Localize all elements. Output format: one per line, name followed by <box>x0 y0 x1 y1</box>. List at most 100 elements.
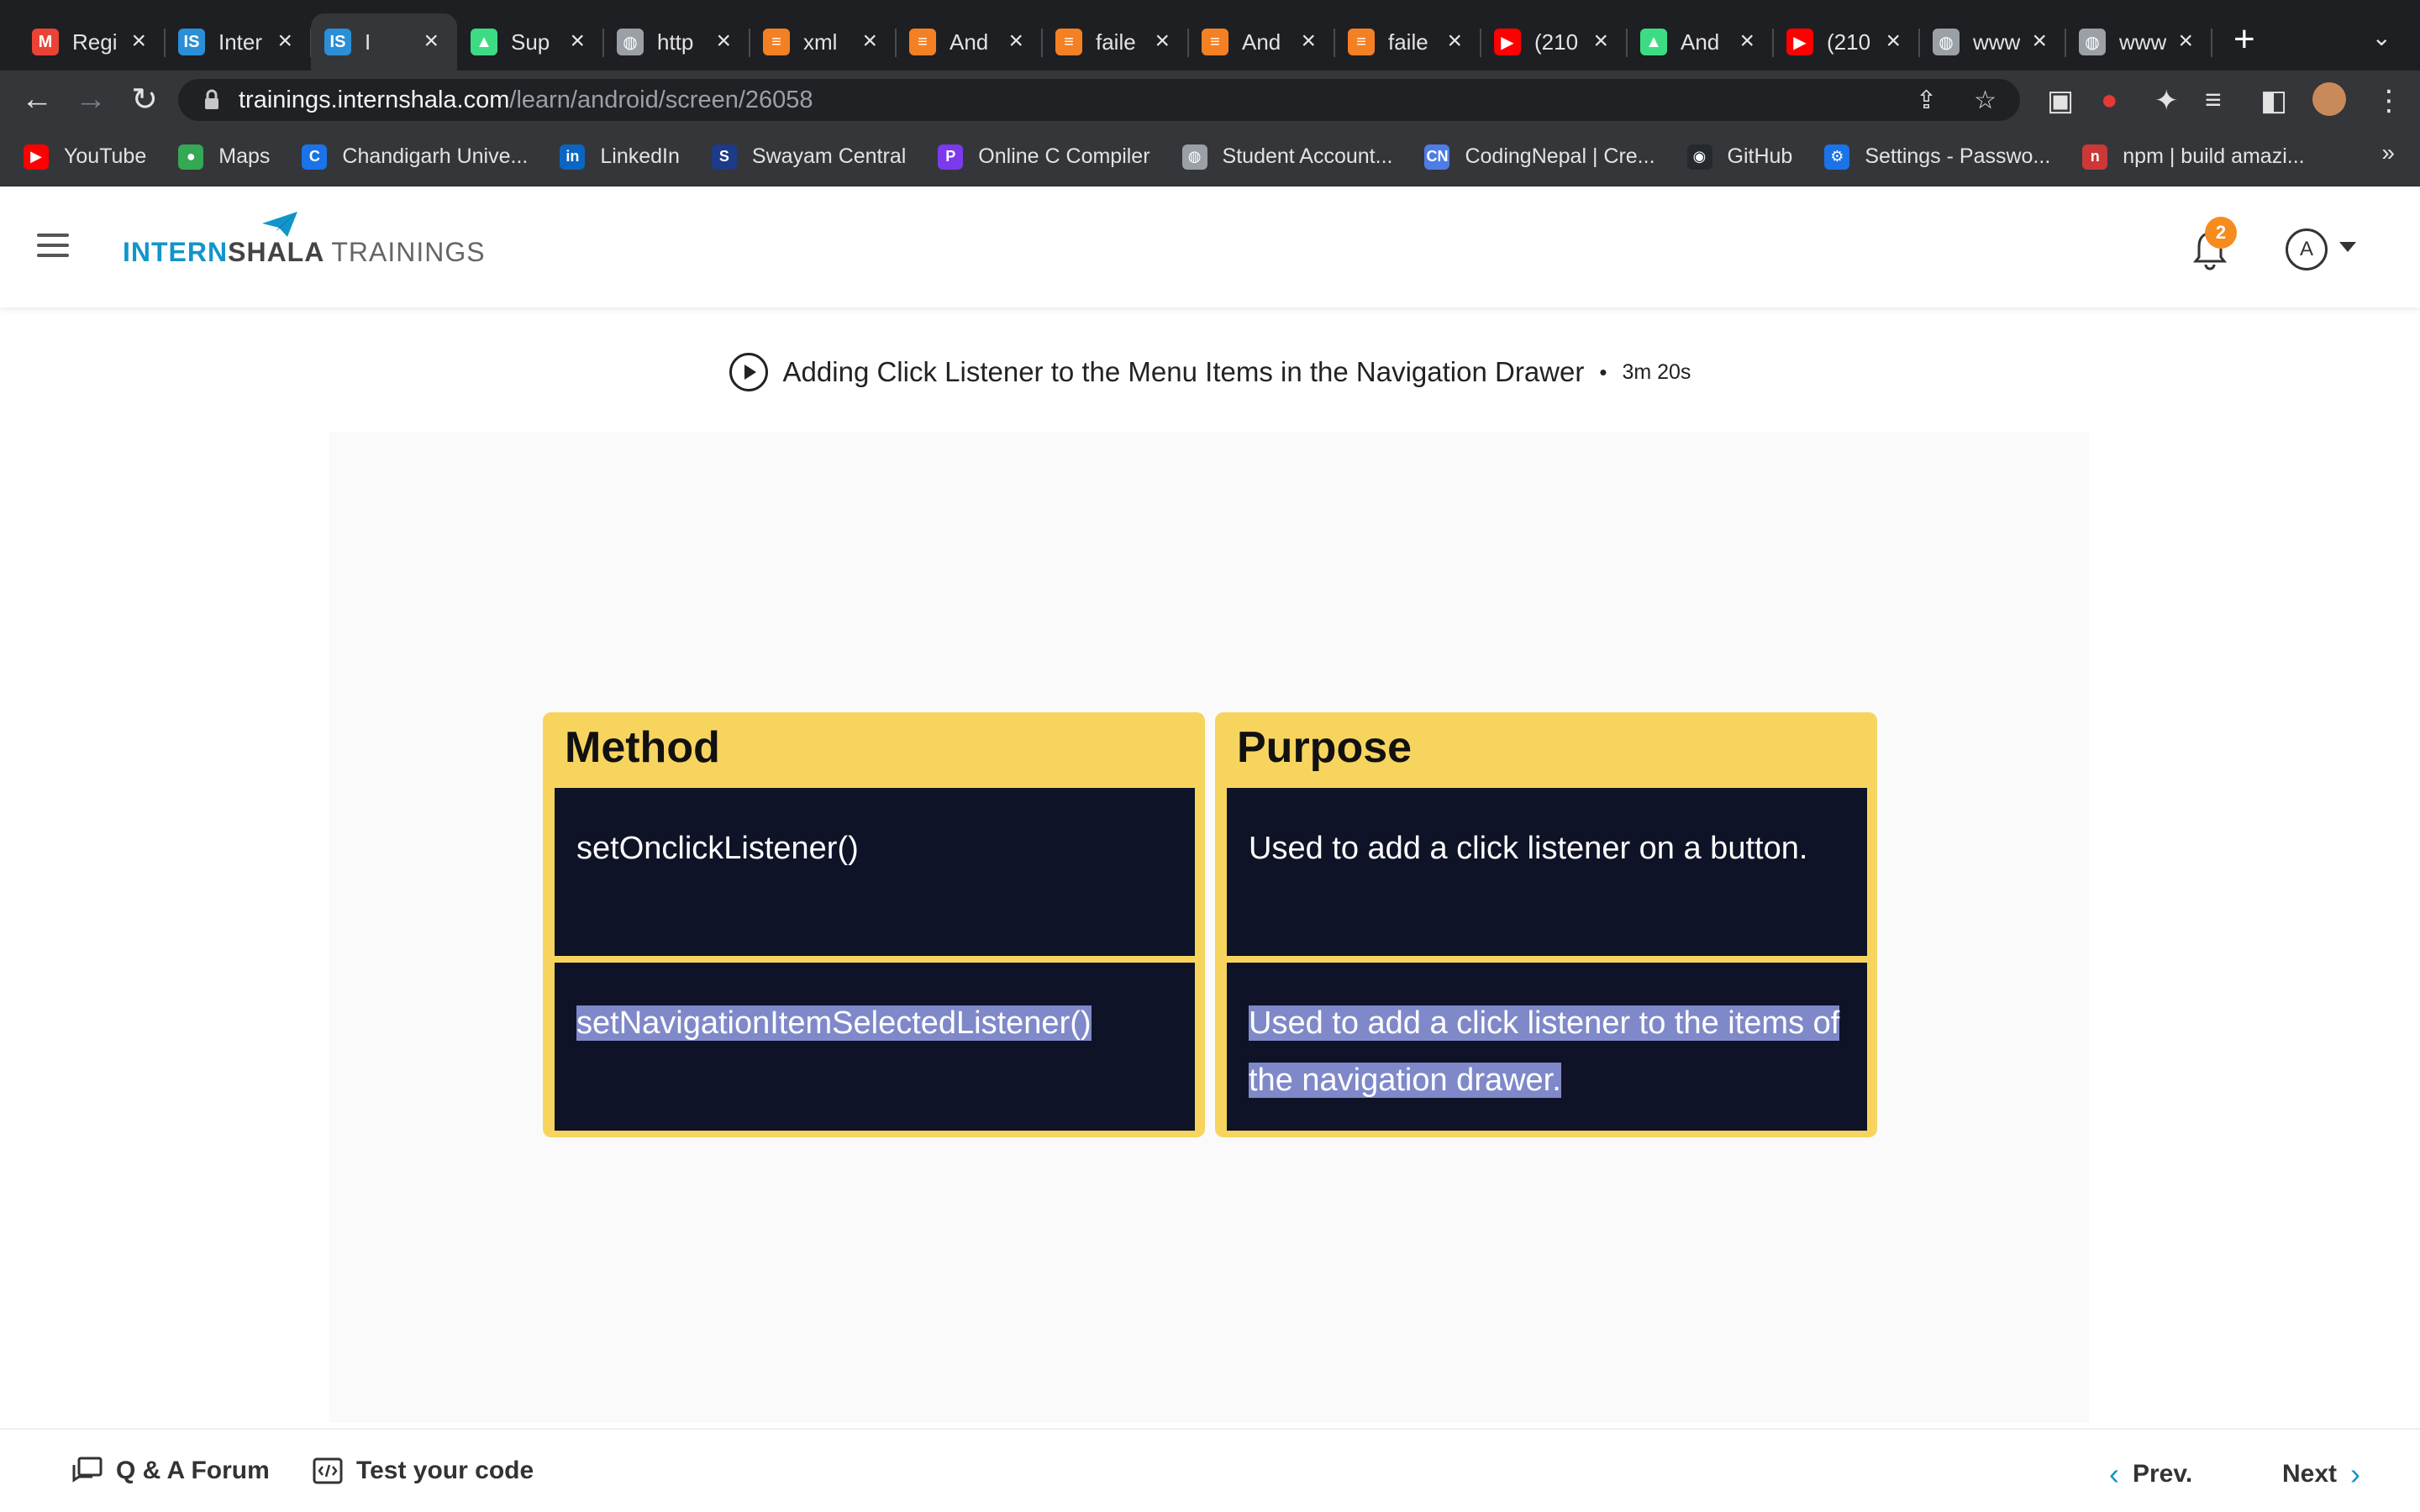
extension-badge-icon[interactable]: ● <box>2101 84 2118 117</box>
browser-tab[interactable]: ≡ xml × <box>750 13 897 71</box>
test-your-code-button[interactable]: Test your code <box>313 1457 534 1485</box>
lesson-duration: 3m 20s <box>1622 360 1691 384</box>
browser-tab[interactable]: ◍ www × <box>1919 13 2066 71</box>
tab-title: I <box>365 29 371 55</box>
close-tab-icon[interactable]: × <box>1008 27 1023 55</box>
internshala-icon: IS <box>324 29 351 55</box>
close-tab-icon[interactable]: × <box>2032 27 2047 55</box>
next-button[interactable]: Next › <box>2282 1457 2360 1492</box>
purpose-header: Purpose <box>1237 723 1413 772</box>
method-cell-1: setOnclickListener() <box>555 788 1195 956</box>
browser-tab[interactable]: M Regi × <box>18 13 166 71</box>
side-panel-icon[interactable]: ◧ <box>2260 84 2287 118</box>
tab-title: Regi <box>72 29 118 55</box>
bookmark-item[interactable]: S Swayam Central <box>711 144 906 170</box>
puzzle-extensions-icon[interactable]: ✦ <box>2154 84 2179 118</box>
bookmark-item[interactable]: ⚙ Settings - Passwo... <box>1824 144 2050 170</box>
share-icon[interactable]: ⇪ <box>1916 86 1937 115</box>
chevron-right-icon: › <box>2350 1457 2361 1491</box>
browser-tab[interactable]: ▶ (210 × <box>1481 13 1628 71</box>
kebab-menu-icon[interactable]: ⋮ <box>2375 84 2403 118</box>
profile-avatar[interactable] <box>2312 82 2346 116</box>
browser-tab[interactable]: IS Inter × <box>165 13 312 71</box>
tab-title: xml <box>803 29 838 55</box>
caret-down-icon[interactable] <box>2339 242 2356 252</box>
close-tab-icon[interactable]: × <box>1593 27 1608 55</box>
bookmark-label: Student Account... <box>1222 144 1393 168</box>
tab-search-chevron-icon[interactable]: ⌄ <box>2372 24 2391 51</box>
browser-tab[interactable]: ▲ Sup × <box>457 13 604 71</box>
youtube-icon: ▶ <box>1494 29 1521 55</box>
lesson-title-row: Adding Click Listener to the Menu Items … <box>0 353 2420 391</box>
tab-title: And <box>1681 29 1720 55</box>
bookmark-item[interactable]: ◍ Student Account... <box>1181 144 1393 170</box>
browser-tab[interactable]: ▶ (210 × <box>1773 13 1920 71</box>
stackoverflow-icon: ≡ <box>1348 29 1375 55</box>
browser-tab[interactable]: IS I × <box>311 13 457 71</box>
back-arrow-icon[interactable]: ← <box>10 81 64 118</box>
close-tab-icon[interactable]: × <box>1886 27 1901 55</box>
github-icon: ◉ <box>1686 144 1712 170</box>
browser-tab[interactable]: ≡ faile × <box>1334 13 1481 71</box>
globe-icon: ◍ <box>1181 144 1207 170</box>
media-queue-icon[interactable]: ≡ <box>2205 84 2222 117</box>
close-tab-icon[interactable]: × <box>1447 27 1462 55</box>
address-bar[interactable]: trainings.internshala.com/learn/android/… <box>178 79 2020 121</box>
bookmark-label: Online C Compiler <box>978 144 1150 168</box>
prev-button[interactable]: ‹ Prev. <box>2109 1457 2192 1492</box>
chandigarh-icon: C <box>302 144 328 170</box>
code-icon <box>313 1457 343 1484</box>
browser-tab[interactable]: ≡ And × <box>1188 13 1335 71</box>
bookmark-item[interactable]: n npm | build amazi... <box>2082 144 2305 170</box>
globe-icon: ◍ <box>1933 29 1960 55</box>
browser-tab[interactable]: ≡ faile × <box>1042 13 1189 71</box>
close-tab-icon[interactable]: × <box>277 27 292 55</box>
forward-arrow-icon[interactable]: → <box>64 81 118 118</box>
bookmark-item[interactable]: ▶ YouTube <box>24 144 146 170</box>
browser-tab[interactable]: ≡ And × <box>896 13 1043 71</box>
browser-tab[interactable]: ◍ www × <box>2065 13 2212 71</box>
bookmark-item[interactable]: ● Maps <box>178 144 270 170</box>
browser-tab[interactable]: ◍ http × <box>603 13 750 71</box>
linkedin-icon: in <box>560 144 586 170</box>
bookmark-star-icon[interactable]: ☆ <box>1974 86 1996 115</box>
new-tab-plus-icon[interactable]: + <box>2233 21 2255 58</box>
bookmark-item[interactable]: in LinkedIn <box>560 144 680 170</box>
site-header: INTERNSHALA TRAININGS 2 A <box>0 186 2420 307</box>
maps-icon: ● <box>178 144 204 170</box>
bookmark-item[interactable]: ◉ GitHub <box>1686 144 1793 170</box>
stackoverflow-icon: ≡ <box>763 29 790 55</box>
hamburger-menu-icon[interactable] <box>37 234 69 257</box>
close-tab-icon[interactable]: × <box>1739 27 1754 55</box>
stackoverflow-icon: ≡ <box>1055 29 1082 55</box>
close-tab-icon[interactable]: × <box>1301 27 1316 55</box>
gmail-icon: M <box>32 29 59 55</box>
close-tab-icon[interactable]: × <box>570 27 585 55</box>
stackoverflow-icon: ≡ <box>1202 29 1228 55</box>
android-icon: ▲ <box>471 29 497 55</box>
bookmark-label: LinkedIn <box>600 144 680 168</box>
close-tab-icon[interactable]: × <box>862 27 877 55</box>
bookmarks-overflow[interactable]: » <box>2381 139 2395 166</box>
close-tab-icon[interactable]: × <box>1155 27 1170 55</box>
qa-forum-button[interactable]: Q & A Forum <box>72 1457 270 1485</box>
reload-icon[interactable]: ↻ <box>118 81 171 118</box>
close-tab-icon[interactable]: × <box>424 27 439 55</box>
bookmark-item[interactable]: C Chandigarh Unive... <box>302 144 528 170</box>
tab-title: (210 <box>1827 29 1871 55</box>
chevron-left-icon: ‹ <box>2109 1457 2119 1491</box>
internshala-logo[interactable]: INTERNSHALA TRAININGS <box>123 237 486 268</box>
browser-tab[interactable]: ▲ And × <box>1627 13 1774 71</box>
purpose-column: Purpose Used to add a click listener on … <box>1215 712 1877 1137</box>
bookmark-label: GitHub <box>1727 144 1793 168</box>
lesson-footer: Q & A Forum Test your code ‹ Prev. Next … <box>0 1428 2420 1512</box>
close-tab-icon[interactable]: × <box>716 27 731 55</box>
user-avatar[interactable]: A <box>2286 228 2328 270</box>
bookmark-label: Chandigarh Unive... <box>342 144 529 168</box>
extension-icon[interactable]: ▣ <box>2047 84 2074 118</box>
play-circle-icon <box>729 353 768 391</box>
close-tab-icon[interactable]: × <box>2178 27 2193 55</box>
bookmark-item[interactable]: P Online C Compiler <box>938 144 1150 170</box>
bookmark-item[interactable]: CN CodingNepal | Cre... <box>1424 144 1655 170</box>
close-tab-icon[interactable]: × <box>131 27 146 55</box>
